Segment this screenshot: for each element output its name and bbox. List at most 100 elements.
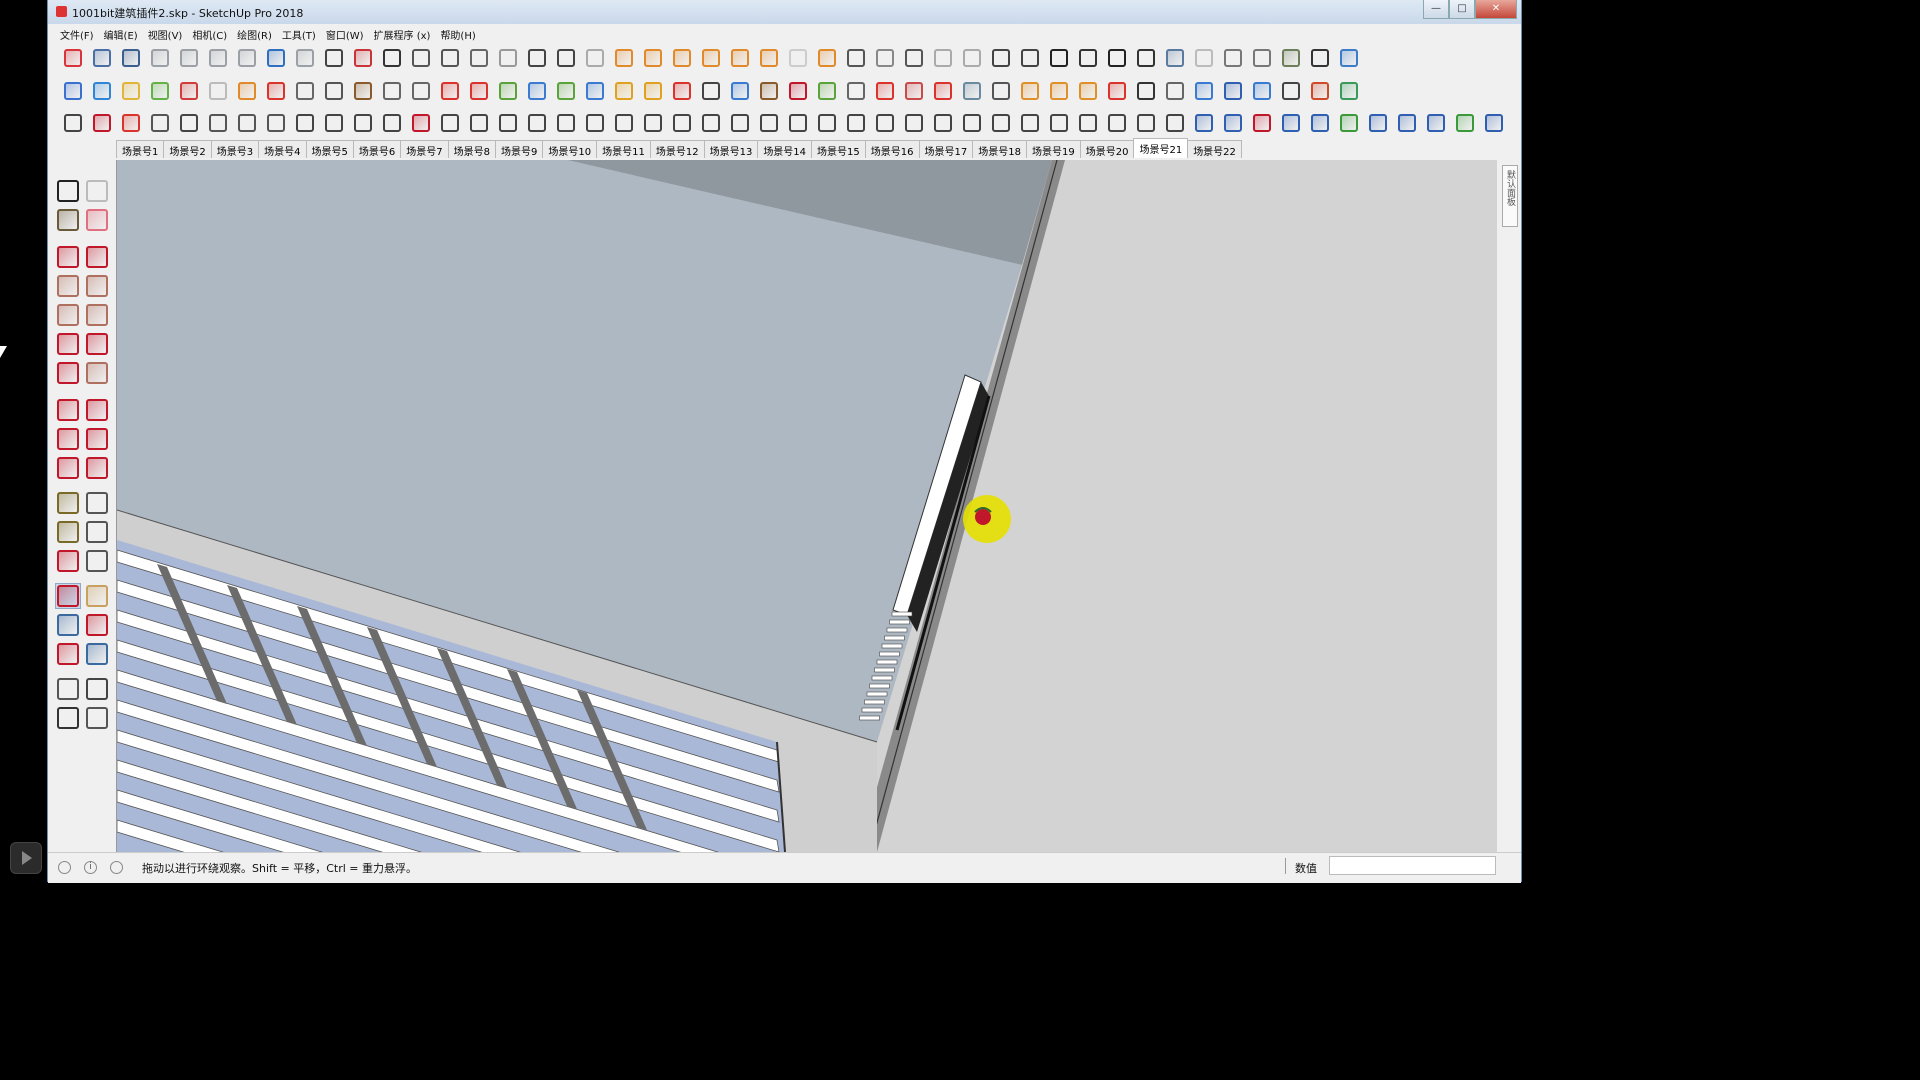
arc-2pt-tool[interactable]: [84, 360, 110, 386]
menu-item-3[interactable]: 相机(C): [188, 25, 233, 42]
scene-tab-16[interactable]: 场景号16: [864, 140, 920, 158]
grid-button[interactable]: [290, 78, 319, 104]
section-plane-tool[interactable]: [84, 705, 110, 731]
ladder-button[interactable]: [928, 110, 957, 136]
angle-line-button[interactable]: [348, 110, 377, 136]
stairs-line-2-button[interactable]: [754, 110, 783, 136]
style-1-button[interactable]: [1160, 45, 1189, 71]
scene-tab-3[interactable]: 场景号3: [210, 140, 260, 158]
3d-text-tool[interactable]: [84, 548, 110, 574]
home-button[interactable]: [1044, 45, 1073, 71]
fence-button[interactable]: [1015, 110, 1044, 136]
frame-button[interactable]: [493, 45, 522, 71]
push-pull-tool[interactable]: [84, 397, 110, 423]
grid-small-button[interactable]: [1160, 78, 1189, 104]
zoom-extents-tool[interactable]: [55, 641, 81, 667]
scene-tab-5[interactable]: 场景号5: [305, 140, 354, 158]
star-button[interactable]: [725, 78, 754, 104]
cross-red-button[interactable]: [464, 78, 493, 104]
stair-spiral-button[interactable]: [870, 110, 899, 136]
new-button[interactable]: [58, 45, 87, 71]
gear-button[interactable]: [174, 110, 203, 136]
scene-tab-6[interactable]: 场景号6: [352, 140, 402, 158]
print-button[interactable]: [319, 45, 348, 71]
offset-button[interactable]: [203, 110, 232, 136]
look-around-tool[interactable]: [84, 676, 110, 702]
cycle-button[interactable]: [696, 78, 725, 104]
arc-green-button[interactable]: [1334, 110, 1363, 136]
eraser-red-button[interactable]: [116, 110, 145, 136]
protractor-tool[interactable]: [55, 519, 81, 545]
fan-button[interactable]: [638, 110, 667, 136]
column-button[interactable]: [522, 110, 551, 136]
slash-red-button[interactable]: [406, 110, 435, 136]
scene-tab-21[interactable]: 场景号21: [1133, 138, 1189, 158]
shop-button[interactable]: [1073, 45, 1102, 71]
stairs-line-3-button[interactable]: [783, 110, 812, 136]
building-button[interactable]: [812, 110, 841, 136]
sun-button[interactable]: [812, 45, 841, 71]
axes-tool[interactable]: [55, 548, 81, 574]
car-button[interactable]: [841, 45, 870, 71]
scene-tab-15[interactable]: 场景号15: [811, 140, 866, 158]
box-button[interactable]: [870, 45, 899, 71]
arc-tool-tool[interactable]: [55, 331, 81, 357]
box-open-button[interactable]: [899, 45, 928, 71]
dimension-tool[interactable]: [84, 490, 110, 516]
hatch-button[interactable]: [841, 110, 870, 136]
layer-blue-button[interactable]: [87, 78, 116, 104]
move-tool-tool[interactable]: [55, 397, 81, 423]
user-icon[interactable]: [110, 861, 123, 874]
cone-green-button[interactable]: [551, 78, 580, 104]
align-button[interactable]: [464, 45, 493, 71]
menu-item-4[interactable]: 绘图(R): [233, 25, 278, 42]
panel-button[interactable]: [551, 45, 580, 71]
shield-button[interactable]: [1189, 78, 1218, 104]
roof-button[interactable]: [957, 110, 986, 136]
style-6-button[interactable]: [1305, 45, 1334, 71]
style-3-button[interactable]: [1218, 45, 1247, 71]
stairs-button[interactable]: [841, 78, 870, 104]
link-button[interactable]: [377, 78, 406, 104]
window-button[interactable]: [522, 45, 551, 71]
leaf-button[interactable]: [609, 110, 638, 136]
angle-button[interactable]: [667, 45, 696, 71]
plant-button[interactable]: [928, 45, 957, 71]
waves-button[interactable]: [667, 110, 696, 136]
bracket-button[interactable]: [1305, 110, 1334, 136]
tray-tab[interactable]: 默认面板: [1502, 165, 1518, 227]
grid-orange-button[interactable]: [1015, 78, 1044, 104]
scale-tool-tool[interactable]: [55, 455, 81, 481]
pencil-tool[interactable]: [55, 244, 81, 270]
warning-button[interactable]: [609, 78, 638, 104]
tape-measure-tool[interactable]: [55, 490, 81, 516]
tent-button[interactable]: [493, 110, 522, 136]
hook-button[interactable]: [638, 78, 667, 104]
store-button[interactable]: [1131, 45, 1160, 71]
scene-tab-13[interactable]: 场景号13: [703, 140, 759, 158]
validate-button[interactable]: [377, 45, 406, 71]
scene-tab-10[interactable]: 场景号10: [542, 140, 598, 158]
dome-grid-button[interactable]: [580, 110, 609, 136]
zigzag-red-button[interactable]: [1247, 110, 1276, 136]
home-outline-button[interactable]: [1102, 45, 1131, 71]
cone-button[interactable]: [609, 45, 638, 71]
menu-item-0[interactable]: 文件(F): [56, 25, 100, 42]
bridge-button[interactable]: [986, 78, 1015, 104]
paint-bucket-tool[interactable]: [55, 207, 81, 233]
cubes-button[interactable]: [899, 78, 928, 104]
close-red-button[interactable]: [1102, 78, 1131, 104]
select-tool[interactable]: [55, 178, 81, 204]
scene-tab-12[interactable]: 场景号12: [649, 140, 705, 158]
scene-tab-7[interactable]: 场景号7: [400, 140, 449, 158]
scene-tab-22[interactable]: 场景号22: [1187, 140, 1242, 158]
stairs-red-button[interactable]: [870, 78, 899, 104]
scene-tab-1[interactable]: 场景号1: [116, 140, 165, 158]
measurements-input[interactable]: [1329, 856, 1496, 875]
wedge-button[interactable]: [1102, 110, 1131, 136]
text-tool-tool[interactable]: [84, 519, 110, 545]
flag-button[interactable]: [319, 78, 348, 104]
scene-tab-17[interactable]: 场景号17: [918, 140, 974, 158]
arrow-bend-button[interactable]: [319, 110, 348, 136]
circle-button[interactable]: [638, 45, 667, 71]
